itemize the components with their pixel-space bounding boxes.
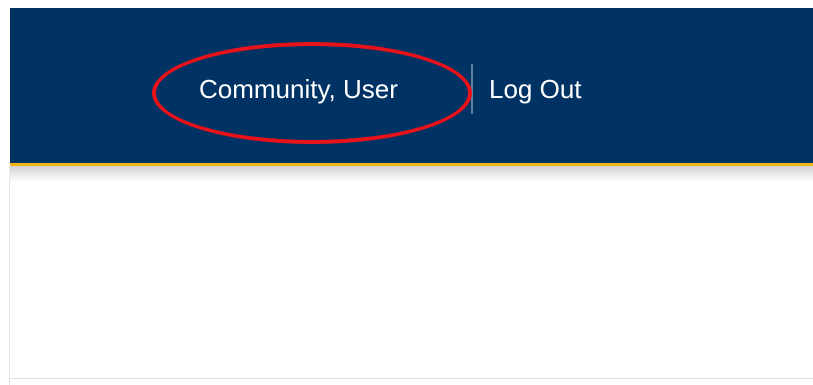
nav-divider: [471, 64, 473, 114]
site-header: [10, 8, 813, 163]
page: Community, User Log Out: [0, 0, 813, 385]
header-shadow: [10, 166, 813, 182]
content-bottom-line: [10, 378, 813, 379]
top-strip: [0, 0, 813, 8]
user-account-link[interactable]: Community, User: [199, 71, 398, 107]
content-left-border: [9, 166, 10, 385]
logout-link[interactable]: Log Out: [489, 71, 582, 107]
